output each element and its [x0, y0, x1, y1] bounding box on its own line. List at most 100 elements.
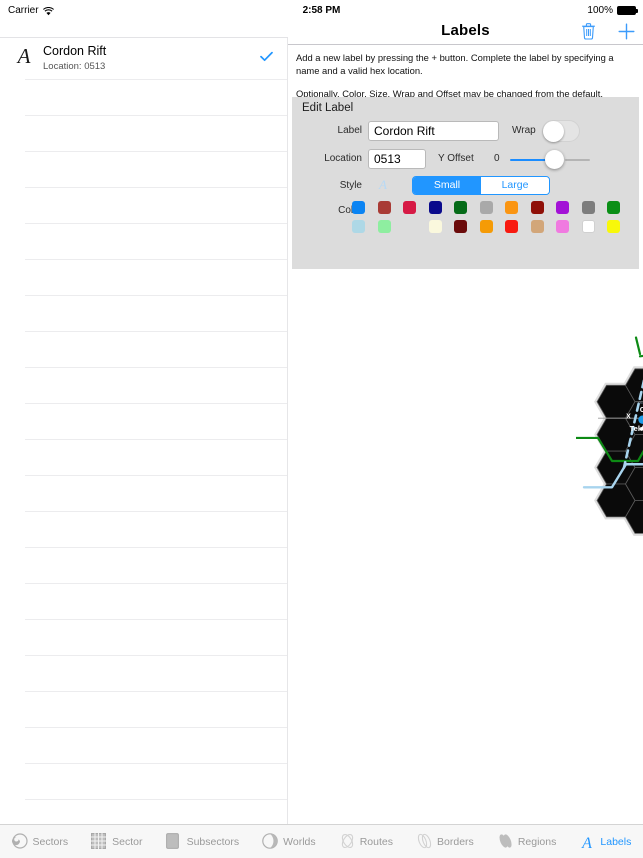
label-field-label: Label: [337, 125, 362, 136]
battery-percent-label: 100%: [587, 4, 613, 16]
list-item-text: Cordon Rift Location: 0513: [38, 43, 255, 73]
label-row: Label Wrap: [292, 119, 639, 147]
list-item-subtitle: Location: 0513: [43, 61, 106, 72]
edit-label-form: Edit Label Label Wrap Location Y Offset …: [292, 97, 639, 269]
empty-list-row: [0, 260, 287, 296]
tab-subsectors[interactable]: Subsectors: [165, 832, 239, 851]
color-row: Color: [292, 201, 639, 247]
nav-actions: [581, 22, 635, 40]
wrap-toggle[interactable]: [542, 120, 580, 142]
globe-icon: [262, 832, 278, 851]
style-segmented-control[interactable]: Small Large: [412, 176, 550, 195]
color-swatch[interactable]: [454, 201, 467, 214]
rectangle-icon: [165, 832, 182, 851]
tab-label: Routes: [359, 835, 393, 848]
style-option-large[interactable]: Large: [481, 177, 549, 194]
color-swatch[interactable]: [556, 220, 569, 233]
color-swatch[interactable]: [377, 220, 391, 233]
color-swatch[interactable]: [479, 201, 493, 214]
style-preview-glyph: A: [379, 177, 387, 192]
location-field-label: Location: [324, 153, 362, 164]
svg-text:A: A: [582, 835, 593, 851]
color-swatch[interactable]: [607, 201, 620, 214]
location-row: Location Y Offset 0: [292, 147, 639, 175]
color-swatch[interactable]: [454, 220, 467, 233]
spiral-icon: [11, 832, 28, 851]
hex-map-svg: 0510XCFwTekhne0510BFwSevres0202BFwColoof…: [576, 336, 643, 536]
y-offset-value: 0: [494, 153, 500, 164]
help-text: Add a new label by pressing the + button…: [288, 45, 643, 101]
tab-label: Sector: [112, 835, 143, 848]
empty-list-row: [0, 728, 287, 764]
tab-label: Regions: [517, 835, 557, 848]
color-swatch[interactable]: [403, 201, 416, 214]
tab-worlds[interactable]: Worlds: [262, 832, 316, 851]
color-swatch[interactable]: [352, 201, 365, 214]
y-offset-label: Y Offset: [438, 153, 474, 164]
tab-sector[interactable]: Sector: [91, 832, 143, 851]
location-input[interactable]: [368, 149, 426, 169]
color-swatch[interactable]: [352, 220, 365, 233]
tab-regions[interactable]: Regions: [497, 833, 557, 851]
empty-rows-container: [0, 80, 287, 824]
tab-routes[interactable]: Routes: [339, 833, 393, 851]
hex-map-preview[interactable]: 0510XCFwTekhne0510BFwSevres0202BFwColoof…: [576, 273, 643, 618]
tab-labels[interactable]: A Labels: [579, 833, 632, 852]
color-swatch[interactable]: [403, 220, 416, 233]
tab-sectors[interactable]: Sectors: [11, 832, 69, 851]
empty-list-row: [0, 656, 287, 692]
color-swatch[interactable]: [530, 220, 544, 233]
color-swatch[interactable]: [556, 201, 569, 214]
color-swatch[interactable]: [428, 220, 442, 233]
style-row: Style A Small Large: [292, 175, 639, 203]
color-swatch[interactable]: [530, 201, 544, 214]
labels-list-sidebar[interactable]: A Cordon Rift Location: 0513: [0, 38, 288, 824]
color-swatch[interactable]: [479, 220, 493, 233]
status-bar: Carrier 2:58 PM 100%: [0, 0, 643, 20]
empty-list-row: [0, 764, 287, 800]
color-swatch[interactable]: [581, 220, 595, 233]
tab-borders[interactable]: Borders: [416, 833, 474, 851]
color-swatch[interactable]: [428, 201, 442, 214]
list-item-title: Cordon Rift: [43, 44, 107, 58]
status-time: 2:58 PM: [302, 4, 341, 16]
empty-list-row: [0, 620, 287, 656]
tab-label: Worlds: [283, 835, 316, 848]
empty-list-row: [0, 332, 287, 368]
empty-list-row: [0, 692, 287, 728]
style-label: Style: [339, 180, 362, 191]
tab-bar[interactable]: Sectors Sector Subsectors Worlds Routes …: [0, 824, 643, 858]
navigation-bar: Labels: [288, 20, 643, 44]
y-offset-slider[interactable]: [510, 150, 590, 170]
empty-list-row: [0, 800, 287, 824]
empty-list-row: [0, 80, 287, 116]
empty-list-row: [0, 296, 287, 332]
style-option-small[interactable]: Small: [413, 177, 481, 194]
app-root: Carrier 2:58 PM 100% Labels A Cordon Rif…: [0, 0, 643, 858]
color-swatch[interactable]: [377, 201, 391, 214]
battery-full-icon: [617, 5, 638, 15]
regions-icon: [497, 833, 513, 851]
label-input[interactable]: [368, 121, 499, 141]
list-item[interactable]: A Cordon Rift Location: 0513: [0, 38, 287, 80]
status-right: 100%: [587, 4, 638, 16]
color-swatch[interactable]: [505, 201, 518, 214]
plus-icon[interactable]: [618, 23, 635, 40]
color-swatch[interactable]: [581, 201, 595, 214]
help-line-1: Add a new label by pressing the + button…: [296, 52, 614, 76]
empty-list-row: [0, 368, 287, 404]
letter-a-icon: A: [579, 833, 595, 852]
trash-icon[interactable]: [581, 22, 596, 40]
svg-text:X: X: [626, 414, 631, 421]
empty-list-row: [0, 224, 287, 260]
color-swatch[interactable]: [607, 220, 620, 233]
tab-label: Sectors: [32, 835, 69, 848]
routes-icon: [339, 833, 355, 851]
grid-icon: [91, 832, 107, 851]
detail-pane: Add a new label by pressing the + button…: [288, 45, 643, 824]
color-swatch[interactable]: [505, 220, 518, 233]
empty-list-row: [0, 116, 287, 152]
empty-list-row: [0, 548, 287, 584]
empty-list-row: [0, 404, 287, 440]
checkmark-icon: [255, 43, 277, 67]
